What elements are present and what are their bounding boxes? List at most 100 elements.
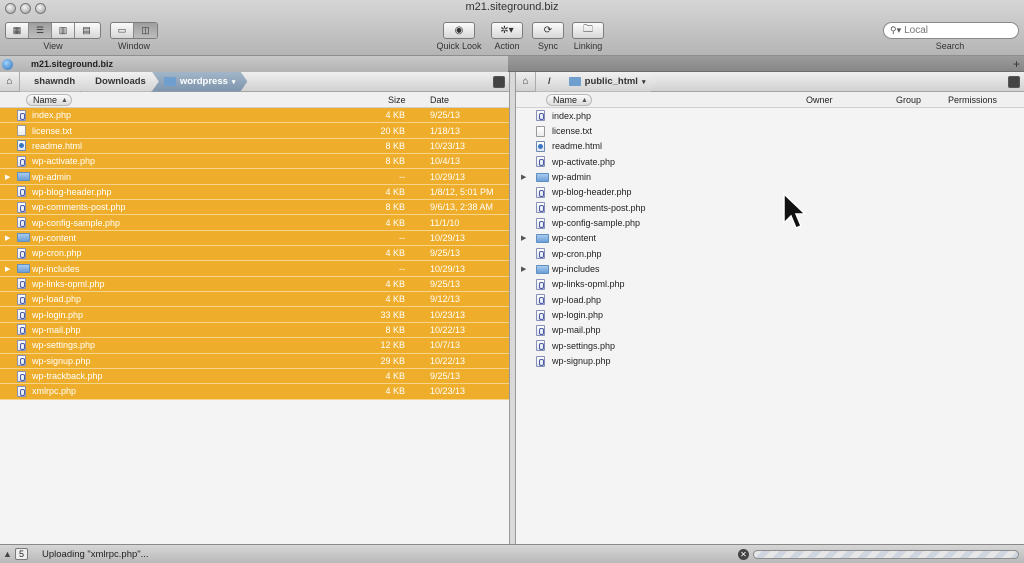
- cancel-transfer-icon[interactable]: ✕: [738, 549, 749, 560]
- quicklook-button[interactable]: ◉: [443, 22, 475, 39]
- view-segmented-control[interactable]: ▦ ☰ ▥ ▤: [5, 22, 101, 39]
- file-row[interactable]: readme.html: [516, 139, 1024, 154]
- file-row[interactable]: xmlrpc.php 4 KB 10/23/13: [0, 384, 509, 400]
- file-row[interactable]: wp-blog-header.php: [516, 185, 1024, 200]
- grid-icon[interactable]: ▦: [6, 23, 29, 38]
- file-row[interactable]: wp-load.php 4 KB 9/12/13: [0, 292, 509, 308]
- file-row[interactable]: ▶ wp-admin -- 10/29/13: [0, 169, 509, 185]
- disclosure-triangle-icon[interactable]: ▶: [521, 234, 526, 242]
- places-icon[interactable]: ⌂: [516, 72, 536, 92]
- sync-label: Sync: [537, 41, 558, 51]
- breadcrumb-wordpress[interactable]: wordpress ▾: [152, 72, 248, 92]
- file-row[interactable]: wp-comments-post.php 8 KB 9/6/13, 2:38 AM: [0, 200, 509, 216]
- file-row[interactable]: wp-activate.php: [516, 154, 1024, 169]
- file-size: 8 KB: [385, 140, 405, 151]
- file-name: wp-includes: [32, 263, 80, 274]
- file-row[interactable]: wp-cron.php: [516, 246, 1024, 261]
- file-size: 4 KB: [385, 186, 405, 197]
- disclosure-triangle-icon[interactable]: ▶: [5, 265, 10, 273]
- disclosure-triangle-icon[interactable]: ▶: [5, 234, 10, 242]
- file-row[interactable]: ▶ wp-content: [516, 231, 1024, 246]
- pane-menu-button[interactable]: [493, 76, 505, 88]
- file-row[interactable]: wp-cron.php 4 KB 9/25/13: [0, 246, 509, 262]
- size-column-header[interactable]: Size: [388, 95, 406, 105]
- file-name: index.php: [32, 110, 72, 121]
- remote-path-bar: ⌂ / public_html ▾: [516, 72, 1024, 92]
- file-row[interactable]: license.txt 20 KB 1/18/13: [0, 123, 509, 139]
- disclosure-triangle-icon[interactable]: ▶: [5, 173, 10, 181]
- file-row[interactable]: wp-signup.php 29 KB 10/22/13: [0, 353, 509, 369]
- breadcrumb-shawndh[interactable]: shawndh: [20, 72, 87, 92]
- file-name: xmlrpc.php: [32, 386, 77, 397]
- transfers-toggle-icon[interactable]: ▲: [3, 549, 12, 559]
- file-row[interactable]: wp-config-sample.php 4 KB 11/1/10: [0, 215, 509, 231]
- window-title: m21.siteground.biz: [465, 1, 559, 13]
- file-size: --: [399, 263, 405, 274]
- php-file-icon: [17, 278, 26, 290]
- magnifier-icon: ⚲▾: [890, 25, 902, 35]
- globe-icon: [2, 58, 13, 70]
- breadcrumb-root[interactable]: /: [536, 72, 563, 92]
- disclosure-triangle-icon[interactable]: ▶: [521, 265, 526, 273]
- file-row[interactable]: wp-mail.php 8 KB 10/22/13: [0, 322, 509, 339]
- file-date: 9/25/13: [430, 278, 461, 289]
- file-row[interactable]: wp-activate.php 8 KB 10/4/13: [0, 154, 509, 170]
- file-row[interactable]: ▶ wp-content -- 10/29/13: [0, 230, 509, 247]
- file-row[interactable]: ▶ wp-includes: [516, 261, 1024, 276]
- file-name: wp-cron.php: [552, 248, 602, 259]
- new-tab-button[interactable]: +: [1013, 57, 1020, 71]
- php-file-icon: [17, 293, 26, 305]
- search-input[interactable]: [904, 25, 1005, 36]
- single-pane-icon[interactable]: ▭: [111, 23, 134, 38]
- folder-icon: [164, 77, 176, 86]
- file-row[interactable]: wp-mail.php: [516, 323, 1024, 338]
- dual-pane-icon[interactable]: ◫: [134, 23, 157, 38]
- file-row[interactable]: wp-comments-post.php: [516, 200, 1024, 215]
- group-column-header[interactable]: Group: [896, 95, 921, 105]
- file-row[interactable]: wp-blog-header.php 4 KB 1/8/12, 5:01 PM: [0, 184, 509, 201]
- file-row[interactable]: wp-config-sample.php: [516, 215, 1024, 230]
- columns-icon[interactable]: ▥: [52, 23, 75, 38]
- list-icon[interactable]: ☰: [29, 23, 52, 38]
- file-row[interactable]: index.php 4 KB 9/25/13: [0, 108, 509, 124]
- file-row[interactable]: wp-trackback.php 4 KB 9/25/13: [0, 368, 509, 385]
- file-row[interactable]: wp-load.php: [516, 292, 1024, 307]
- file-name: wp-links-opml.php: [32, 278, 105, 289]
- tab-server[interactable]: m21.siteground.biz: [0, 56, 508, 72]
- sync-button[interactable]: ⟳: [532, 22, 564, 39]
- file-row[interactable]: ▶ wp-includes -- 10/29/13: [0, 261, 509, 277]
- chevron-down-icon: ▾: [641, 78, 646, 86]
- php-file-icon: [536, 324, 545, 336]
- file-row[interactable]: readme.html 8 KB 10/23/13: [0, 138, 509, 155]
- file-row[interactable]: ▶ wp-admin: [516, 169, 1024, 184]
- permissions-column-header[interactable]: Permissions: [948, 95, 997, 105]
- file-row[interactable]: wp-settings.php 12 KB 10/7/13: [0, 338, 509, 354]
- action-button[interactable]: ✲▾: [491, 22, 523, 39]
- window-segmented-control[interactable]: ▭ ◫: [110, 22, 158, 39]
- name-column-header[interactable]: Name ▲: [26, 94, 72, 106]
- php-file-icon: [536, 294, 545, 306]
- file-row[interactable]: wp-signup.php: [516, 354, 1024, 369]
- breadcrumb-downloads[interactable]: Downloads: [81, 72, 158, 92]
- file-row[interactable]: wp-links-opml.php: [516, 277, 1024, 292]
- remote-pane: ⌂ / public_html ▾ Name ▲ Owner Group Perm…: [515, 72, 1024, 544]
- linking-button[interactable]: 🗀: [572, 22, 604, 39]
- places-icon[interactable]: ⌂: [0, 72, 20, 92]
- pane-menu-button[interactable]: [1008, 76, 1020, 88]
- coverflow-icon[interactable]: ▤: [75, 23, 98, 38]
- owner-column-header[interactable]: Owner: [806, 95, 833, 105]
- file-row[interactable]: wp-settings.php: [516, 338, 1024, 353]
- search-field[interactable]: ⚲▾: [883, 22, 1019, 39]
- name-column-header[interactable]: Name ▲: [546, 94, 592, 106]
- file-row[interactable]: wp-login.php 33 KB 10/23/13: [0, 307, 509, 323]
- file-row[interactable]: wp-login.php: [516, 307, 1024, 322]
- transfer-count-badge[interactable]: 5: [15, 548, 28, 560]
- date-column-header[interactable]: Date: [430, 95, 449, 105]
- breadcrumb-public-html[interactable]: public_html ▾: [557, 72, 658, 92]
- html-file-icon: [17, 140, 26, 152]
- file-row[interactable]: index.php: [516, 108, 1024, 123]
- file-row[interactable]: wp-links-opml.php 4 KB 9/25/13: [0, 276, 509, 293]
- file-name: wp-login.php: [552, 310, 604, 321]
- file-row[interactable]: license.txt: [516, 123, 1024, 138]
- disclosure-triangle-icon[interactable]: ▶: [521, 173, 526, 181]
